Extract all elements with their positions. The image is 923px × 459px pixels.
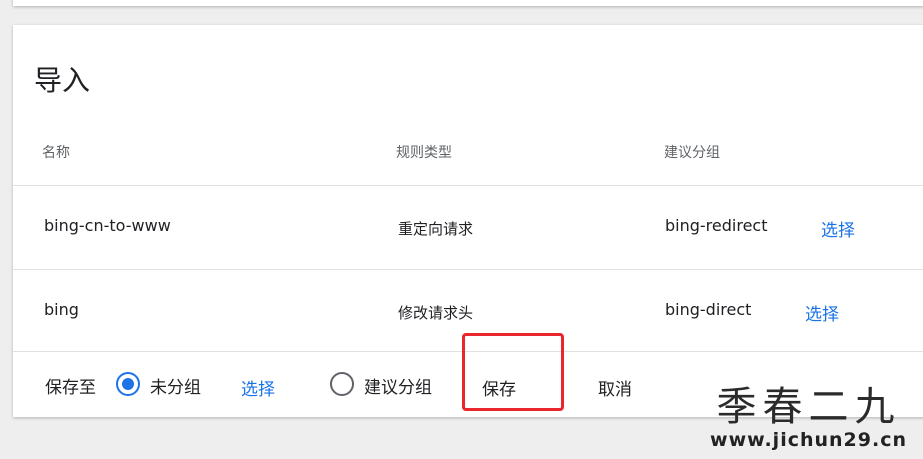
rule-type: 重定向请求 (398, 220, 474, 238)
watermark-title: 季春二九 (716, 384, 901, 430)
divider (13, 269, 923, 270)
column-header-name: 名称 (42, 145, 70, 161)
rule-type: 修改请求头 (398, 304, 474, 322)
divider (13, 185, 923, 186)
annotation-highlight-box (462, 333, 564, 411)
column-header-suggested-group: 建议分组 (664, 145, 720, 161)
panel-title: 导入 (34, 64, 91, 97)
rule-name: bing-cn-to-www (44, 216, 171, 235)
radio-ungrouped-label[interactable]: 未分组 (150, 373, 201, 398)
previous-card (13, 0, 923, 6)
radio-suggested-group-label[interactable]: 建议分组 (364, 373, 432, 398)
column-header-rule-type: 规则类型 (396, 145, 452, 161)
choose-group-link[interactable]: 选择 (241, 375, 275, 400)
radio-ungrouped[interactable] (116, 372, 140, 396)
choose-group-link[interactable]: 选择 (805, 300, 839, 325)
watermark-url: www.jichun29.cn (710, 429, 907, 451)
choose-group-link[interactable]: 选择 (821, 216, 855, 241)
radio-suggested-group[interactable] (330, 372, 354, 396)
cancel-button[interactable]: 取消 (598, 375, 632, 400)
rule-name: bing (44, 300, 79, 319)
save-to-label: 保存至 (45, 378, 96, 398)
suggested-group: bing-redirect (665, 216, 768, 235)
watermark: 季春二九 www.jichun29.cn (710, 385, 907, 451)
suggested-group: bing-direct (665, 300, 752, 319)
